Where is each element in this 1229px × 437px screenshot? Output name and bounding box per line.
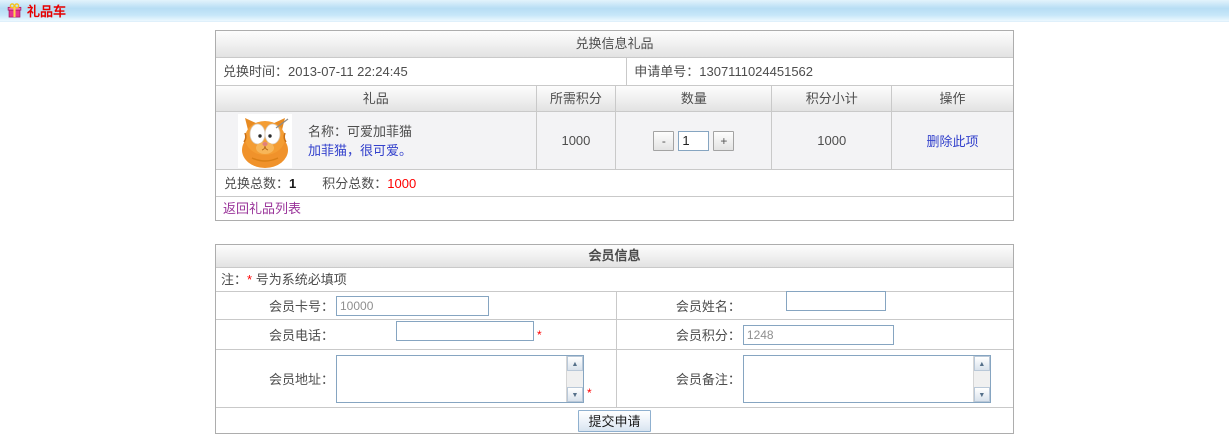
exchange-meta-row: 兑换时间：2013-07-11 22:24:45 申请单号：1307111024… — [216, 57, 1013, 85]
quantity-plus-button[interactable]: + — [713, 131, 734, 151]
operation-cell: 删除此项 — [891, 112, 1013, 169]
submit-application-button[interactable]: 提交申请 — [578, 410, 650, 432]
member-remark-field: ▲ ▼ — [743, 355, 991, 403]
phone-required-star: * — [537, 328, 542, 342]
exchange-table-title: 兑换信息礼品 — [216, 31, 1013, 57]
member-address-field: ▲ ▼ — [336, 355, 584, 403]
member-name-label: 会员姓名： — [617, 296, 741, 315]
exchange-header-row: 礼品 所需积分 数量 积分小计 操作 — [216, 85, 1013, 111]
column-header-quantity: 数量 — [615, 86, 771, 111]
gift-description: 名称：可爱加菲猫 加菲猫，很可爱。 — [308, 122, 412, 160]
scroll-up-icon[interactable]: ▲ — [567, 356, 583, 371]
order-number-value: 1307111024451562 — [699, 64, 813, 79]
gift-detail-link[interactable]: 加菲猫，很可爱。 — [308, 143, 412, 158]
exchange-time-cell: 兑换时间：2013-07-11 22:24:45 — [216, 58, 627, 85]
gift-cell: 名称：可爱加菲猫 加菲猫，很可爱。 — [216, 112, 536, 169]
submit-row: 提交申请 — [216, 407, 1013, 433]
quantity-minus-button[interactable]: - — [653, 131, 674, 151]
gift-name: 可爱加菲猫 — [347, 124, 412, 139]
member-remark-textarea[interactable] — [744, 356, 973, 402]
required-points-cell: 1000 — [536, 112, 616, 169]
card-number-label: 会员卡号： — [216, 296, 334, 315]
column-header-gift: 礼品 — [216, 86, 536, 111]
total-count-label: 兑换总数： — [224, 176, 289, 191]
column-header-operation: 操作 — [891, 86, 1013, 111]
gift-icon — [7, 3, 22, 18]
page-title: 礼品车 — [27, 1, 66, 20]
note-text: 号为系统必填项 — [252, 272, 347, 287]
column-header-subtotal: 积分小计 — [771, 86, 891, 111]
remark-scrollbar[interactable]: ▲ ▼ — [973, 356, 990, 402]
totals-row: 兑换总数：1 积分总数：1000 — [216, 169, 1013, 196]
note-prefix: 注： — [221, 272, 247, 287]
total-points-label: 积分总数： — [322, 176, 387, 191]
member-points-cell: 会员积分： — [617, 320, 1013, 349]
gift-name-label: 名称： — [308, 124, 347, 139]
order-number-label: 申请单号： — [634, 64, 699, 79]
member-address-textarea[interactable] — [337, 356, 566, 402]
scroll-down-icon[interactable]: ▼ — [974, 387, 990, 402]
member-points-input — [743, 325, 894, 345]
member-remark-label: 会员备注： — [617, 369, 741, 388]
member-address-label: 会员地址： — [216, 369, 334, 388]
quantity-cell: - + — [615, 112, 771, 169]
delete-item-link[interactable]: 删除此项 — [926, 131, 978, 150]
member-remark-cell: 会员备注： ▲ ▼ — [617, 350, 1013, 407]
titlebar: 礼品车 — [0, 0, 1229, 22]
back-to-gift-list-link[interactable]: 返回礼品列表 — [223, 201, 301, 216]
gift-item-row: 名称：可爱加菲猫 加菲猫，很可爱。 1000 - + 1000 删除此项 — [216, 111, 1013, 169]
scroll-up-icon[interactable]: ▲ — [974, 356, 990, 371]
total-points-value: 1000 — [387, 176, 416, 191]
member-row-card-name: 会员卡号： 会员姓名： — [216, 291, 1013, 319]
back-link-row: 返回礼品列表 — [216, 196, 1013, 220]
scroll-down-icon[interactable]: ▼ — [567, 387, 583, 402]
column-header-required-points: 所需积分 — [536, 86, 616, 111]
address-scrollbar[interactable]: ▲ ▼ — [566, 356, 583, 402]
gift-item-photo — [238, 114, 292, 168]
quantity-input[interactable] — [678, 131, 709, 151]
member-address-cell: 会员地址： ▲ ▼ * — [216, 350, 617, 407]
card-number-input — [336, 296, 489, 316]
member-points-label: 会员积分： — [617, 325, 741, 344]
member-phone-cell: 会员电话： * — [216, 320, 617, 349]
points-subtotal-cell: 1000 — [771, 112, 891, 169]
order-number-cell: 申请单号：1307111024451562 — [627, 58, 1013, 85]
exchange-info-table: 兑换信息礼品 兑换时间：2013-07-11 22:24:45 申请单号：130… — [215, 30, 1014, 221]
member-row-phone-points: 会员电话： * 会员积分： — [216, 319, 1013, 349]
member-name-input[interactable] — [786, 291, 886, 311]
member-table-title: 会员信息 — [216, 245, 1013, 267]
card-number-cell: 会员卡号： — [216, 292, 617, 319]
member-info-table: 会员信息 注：* 号为系统必填项 会员卡号： 会员姓名： 会员电话： * 会员积… — [215, 244, 1014, 434]
exchange-time-label: 兑换时间： — [223, 64, 288, 79]
member-phone-input[interactable] — [396, 321, 534, 341]
exchange-time-value: 2013-07-11 22:24:45 — [288, 64, 408, 79]
member-row-address-remark: 会员地址： ▲ ▼ * 会员备注： ▲ ▼ — [216, 349, 1013, 407]
member-phone-label: 会员电话： — [216, 325, 334, 344]
member-name-cell: 会员姓名： — [617, 292, 1013, 319]
required-note-row: 注：* 号为系统必填项 — [216, 267, 1013, 291]
total-count-value: 1 — [289, 176, 296, 191]
address-required-star: * — [587, 386, 592, 400]
